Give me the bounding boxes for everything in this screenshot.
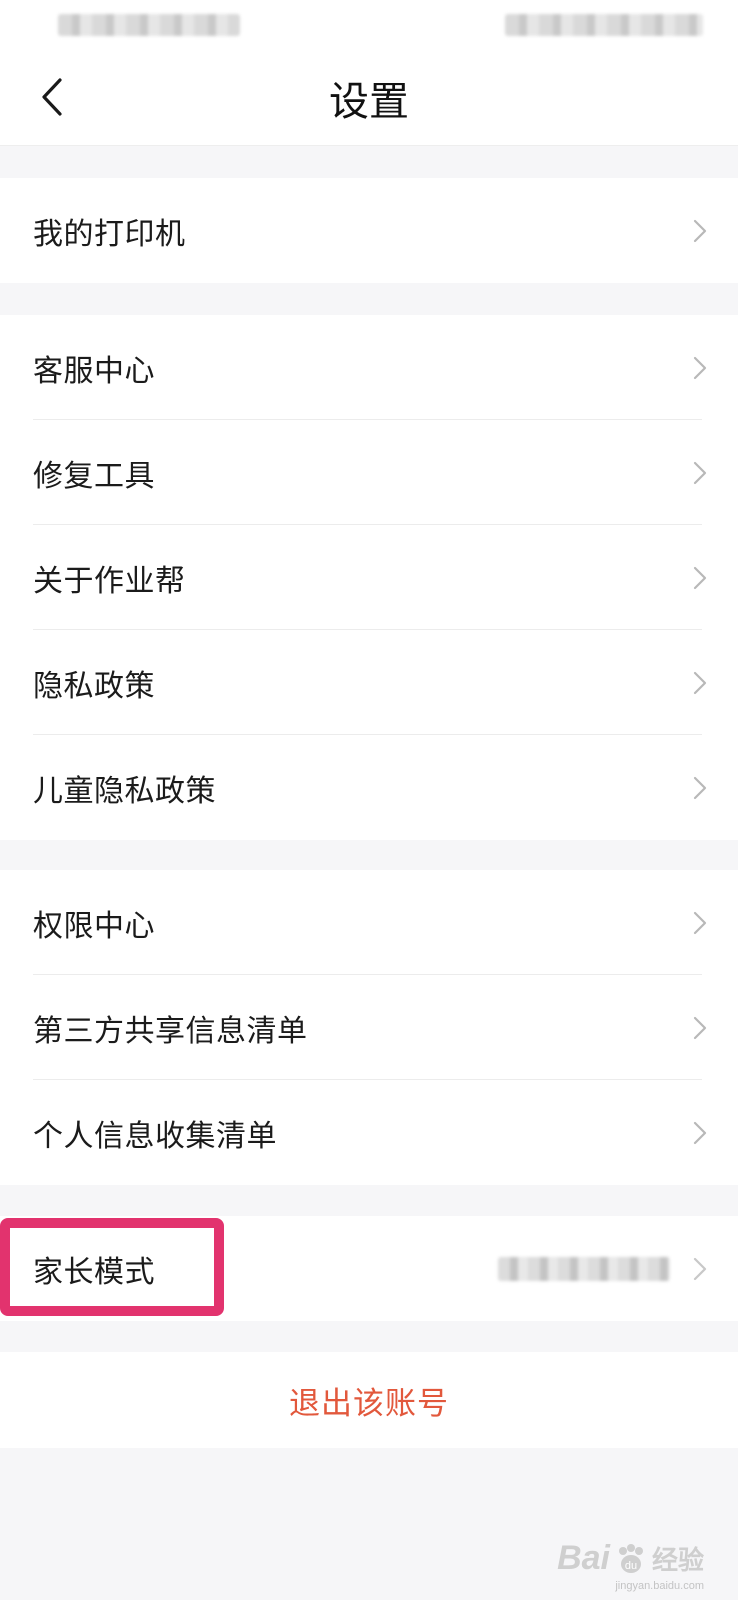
status-bar xyxy=(0,0,738,50)
chevron-right-icon xyxy=(693,776,707,799)
settings-row-personal-info-collection[interactable]: 个人信息收集清单 xyxy=(0,1080,738,1185)
settings-group-permissions: 权限中心 第三方共享信息清单 个人信息收集清单 xyxy=(0,870,738,1185)
settings-row-third-party-sharing[interactable]: 第三方共享信息清单 xyxy=(0,975,738,1080)
status-right-blurred xyxy=(505,14,703,36)
watermark-paw-text: du xyxy=(625,1560,637,1572)
row-label: 关于作业帮 xyxy=(33,563,186,599)
settings-group-parent-mode: 家长模式 xyxy=(0,1216,738,1321)
row-label: 第三方共享信息清单 xyxy=(33,1013,308,1049)
watermark-url: jingyan.baidu.com xyxy=(615,1580,704,1592)
chevron-left-icon xyxy=(42,78,62,116)
settings-row-about[interactable]: 关于作业帮 xyxy=(0,525,738,630)
paw-icon: du xyxy=(618,1543,643,1573)
row-label: 儿童隐私政策 xyxy=(33,773,216,809)
baidu-jingyan-watermark: Bai du 经验 jingyan.baidu.com xyxy=(557,1539,704,1592)
back-button[interactable] xyxy=(22,64,82,130)
settings-group-support: 客服中心 修复工具 关于作业帮 隐私政策 儿童隐私政策 xyxy=(0,315,738,840)
chevron-right-icon xyxy=(693,356,707,379)
settings-row-child-privacy-policy[interactable]: 儿童隐私政策 xyxy=(0,735,738,840)
page-title: 设置 xyxy=(329,79,409,125)
settings-row-parent-mode[interactable]: 家长模式 xyxy=(0,1216,738,1321)
row-label: 权限中心 xyxy=(33,908,155,944)
row-label: 个人信息收集清单 xyxy=(33,1118,277,1154)
status-left-blurred xyxy=(58,14,240,36)
logout-button[interactable]: 退出该账号 xyxy=(0,1352,738,1448)
chevron-right-icon xyxy=(693,219,707,242)
chevron-right-icon xyxy=(693,566,707,589)
logout-label: 退出该账号 xyxy=(289,1385,449,1422)
row-label: 家长模式 xyxy=(33,1254,155,1290)
row-label: 修复工具 xyxy=(33,458,155,494)
chevron-right-icon xyxy=(693,461,707,484)
settings-group-printer: 我的打印机 xyxy=(0,178,738,283)
chevron-right-icon xyxy=(693,1257,707,1280)
row-label: 我的打印机 xyxy=(33,216,186,252)
settings-row-my-printer[interactable]: 我的打印机 xyxy=(0,178,738,283)
nav-bar: 设置 xyxy=(0,50,738,146)
parent-mode-status-blurred xyxy=(498,1256,670,1281)
row-label: 客服中心 xyxy=(33,353,155,389)
chevron-right-icon xyxy=(693,911,707,934)
chevron-right-icon xyxy=(693,671,707,694)
watermark-cn-text: 经验 xyxy=(651,1545,704,1575)
watermark-text: Bai xyxy=(557,1539,610,1577)
settings-row-privacy-policy[interactable]: 隐私政策 xyxy=(0,630,738,735)
settings-row-customer-service[interactable]: 客服中心 xyxy=(0,315,738,420)
settings-row-permission-center[interactable]: 权限中心 xyxy=(0,870,738,975)
settings-row-repair-tool[interactable]: 修复工具 xyxy=(0,420,738,525)
row-label: 隐私政策 xyxy=(33,668,155,704)
chevron-right-icon xyxy=(693,1121,707,1144)
chevron-right-icon xyxy=(693,1016,707,1039)
